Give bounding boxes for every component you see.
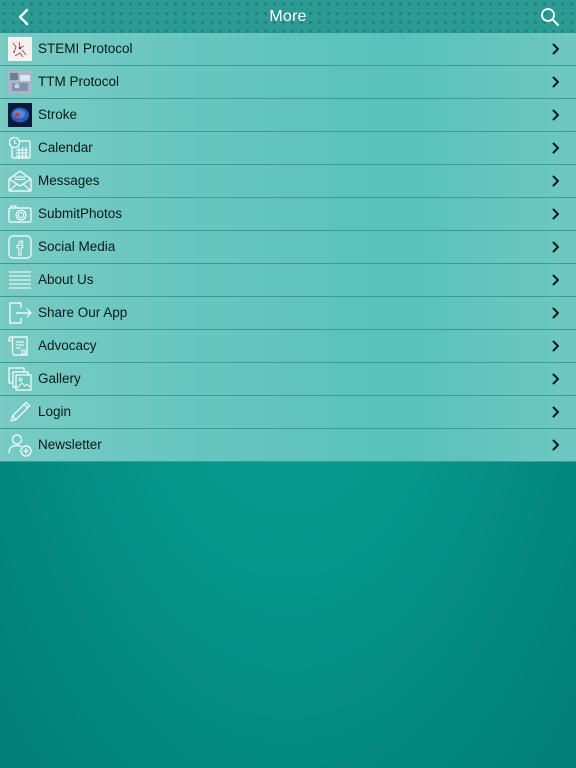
chevron-right-icon xyxy=(552,109,559,121)
envelope-icon xyxy=(7,168,33,194)
menu-item-label: About Us xyxy=(38,272,94,287)
chevron-right-icon xyxy=(552,274,559,286)
menu-item-label: Login xyxy=(38,404,72,419)
calendar-icon xyxy=(7,135,33,161)
menu-item-ttm-protocol[interactable]: TTM Protocol xyxy=(0,66,576,99)
search-icon[interactable] xyxy=(540,7,560,27)
menu-item-label: Gallery xyxy=(38,371,81,386)
menu-item-stroke[interactable]: Stroke xyxy=(0,99,576,132)
menu-item-label: Stroke xyxy=(38,107,78,122)
menu-item-login[interactable]: Login xyxy=(0,396,576,429)
menu-item-calendar[interactable]: Calendar xyxy=(0,132,576,165)
brain-photo-icon xyxy=(7,102,33,128)
pencil-icon xyxy=(7,399,33,425)
chevron-right-icon xyxy=(552,373,559,385)
facebook-icon xyxy=(7,234,33,260)
chevron-right-icon xyxy=(552,208,559,220)
menu-item-label: STEMI Protocol xyxy=(38,41,133,56)
chevron-right-icon xyxy=(552,142,559,154)
menu-item-share-our-app[interactable]: Share Our App xyxy=(0,297,576,330)
chevron-right-icon xyxy=(552,406,559,418)
scroll-icon xyxy=(7,333,33,359)
menu-item-newsletter[interactable]: Newsletter xyxy=(0,429,576,462)
menu-item-label: Calendar xyxy=(38,140,93,155)
menu-item-label: Social Media xyxy=(38,239,116,254)
menu-item-label: TTM Protocol xyxy=(38,74,120,89)
menu-item-gallery[interactable]: Gallery xyxy=(0,363,576,396)
add-user-icon xyxy=(7,432,33,458)
ttm-photo-icon xyxy=(7,69,33,95)
camera-icon xyxy=(7,201,33,227)
menu-item-about-us[interactable]: About Us xyxy=(0,264,576,297)
chevron-right-icon xyxy=(552,76,559,88)
chevron-right-icon xyxy=(552,439,559,451)
menu-item-label: SubmitPhotos xyxy=(38,206,123,221)
nav-bar: More xyxy=(0,0,576,34)
menu-item-submit-photos[interactable]: SubmitPhotos xyxy=(0,198,576,231)
menu-item-label: Advocacy xyxy=(38,338,97,353)
menu-item-messages[interactable]: Messages xyxy=(0,165,576,198)
chevron-right-icon xyxy=(552,175,559,187)
chevron-right-icon xyxy=(552,307,559,319)
menu-item-advocacy[interactable]: Advocacy xyxy=(0,330,576,363)
menu-item-stemi-protocol[interactable]: STEMI Protocol xyxy=(0,33,576,66)
gallery-icon xyxy=(7,366,33,392)
lines-icon xyxy=(7,267,33,293)
chevron-right-icon xyxy=(552,340,559,352)
menu-item-label: Messages xyxy=(38,173,100,188)
share-icon xyxy=(7,300,33,326)
back-chevron-icon[interactable] xyxy=(14,7,34,27)
chevron-right-icon xyxy=(552,241,559,253)
menu-list: STEMI Protocol TTM Protocol Stroke Calen… xyxy=(0,33,576,462)
menu-item-label: Newsletter xyxy=(38,437,102,452)
page-title: More xyxy=(269,7,307,25)
menu-item-label: Share Our App xyxy=(38,305,128,320)
stemi-photo-icon xyxy=(7,36,33,62)
menu-item-social-media[interactable]: Social Media xyxy=(0,231,576,264)
chevron-right-icon xyxy=(552,43,559,55)
